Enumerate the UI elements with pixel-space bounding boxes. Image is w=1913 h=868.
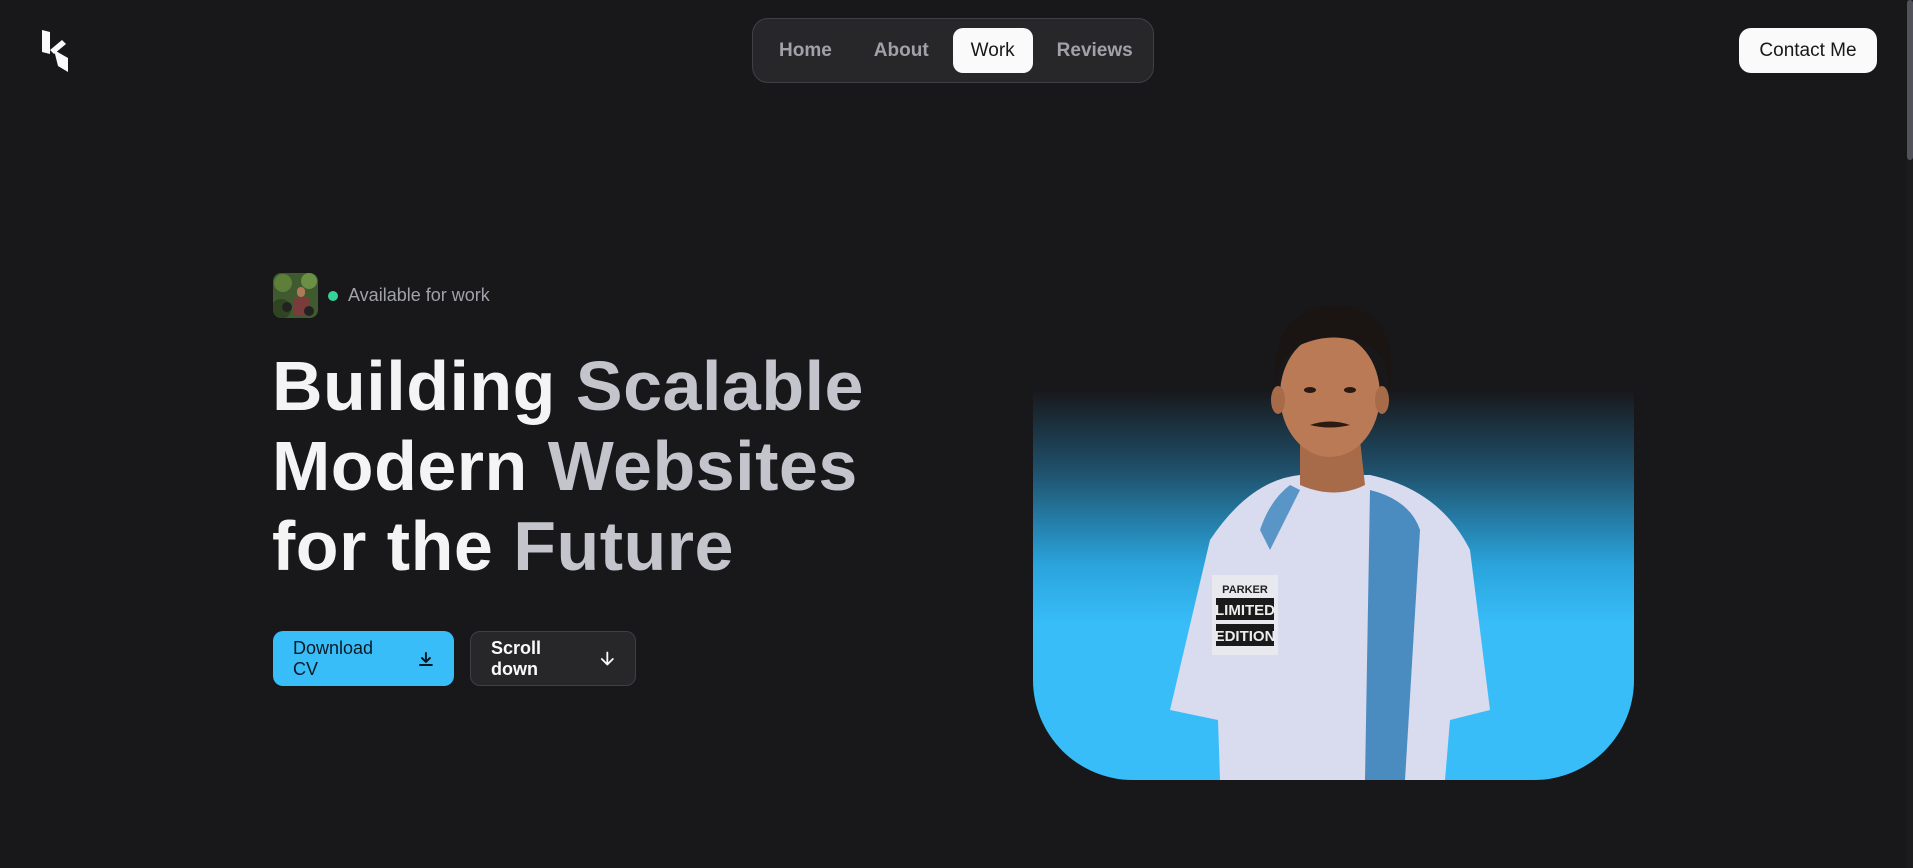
nav-home[interactable]: Home	[761, 28, 850, 73]
k-logo-icon[interactable]	[40, 28, 70, 72]
hero-actions: Download CV Scroll down	[273, 631, 636, 686]
nav-about[interactable]: About	[856, 28, 947, 73]
headline-word: Building	[272, 347, 556, 425]
availability-text: Available for work	[348, 285, 490, 305]
arrow-down-icon	[601, 651, 615, 665]
headline-word: Modern	[272, 427, 528, 505]
shirt-print-line: PARKER	[1222, 584, 1268, 596]
download-cv-button[interactable]: Download CV	[273, 631, 454, 686]
portrait-image: PARKER LIMITED EDITION	[1170, 305, 1490, 780]
shirt-print-line: LIMITED	[1215, 602, 1275, 619]
scrollbar[interactable]	[1907, 0, 1913, 868]
scroll-down-button[interactable]: Scroll down	[470, 631, 636, 686]
headline-word: Websites	[547, 427, 858, 505]
headline-word: Future	[513, 507, 734, 585]
availability-badge: Available for work	[273, 273, 490, 318]
page: Home About Work Reviews Contact Me Avail…	[0, 0, 1913, 868]
headline-word: Scalable	[575, 347, 864, 425]
hero-headline: Building Scalable Modern Websites for th…	[272, 346, 992, 586]
nav-work[interactable]: Work	[952, 28, 1033, 73]
shirt-print-line: EDITION	[1215, 628, 1276, 645]
scrollbar-thumb[interactable]	[1907, 0, 1913, 160]
nav-reviews[interactable]: Reviews	[1039, 28, 1151, 73]
status-dot	[328, 290, 338, 301]
scroll-down-label: Scroll down	[491, 637, 542, 679]
contact-me-button[interactable]: Contact Me	[1739, 28, 1877, 73]
main-nav: Home About Work Reviews	[752, 18, 1154, 83]
headline-word: for the	[272, 507, 494, 585]
download-cv-label: Download CV	[293, 637, 374, 679]
avatar	[273, 273, 318, 318]
download-icon	[419, 651, 434, 666]
